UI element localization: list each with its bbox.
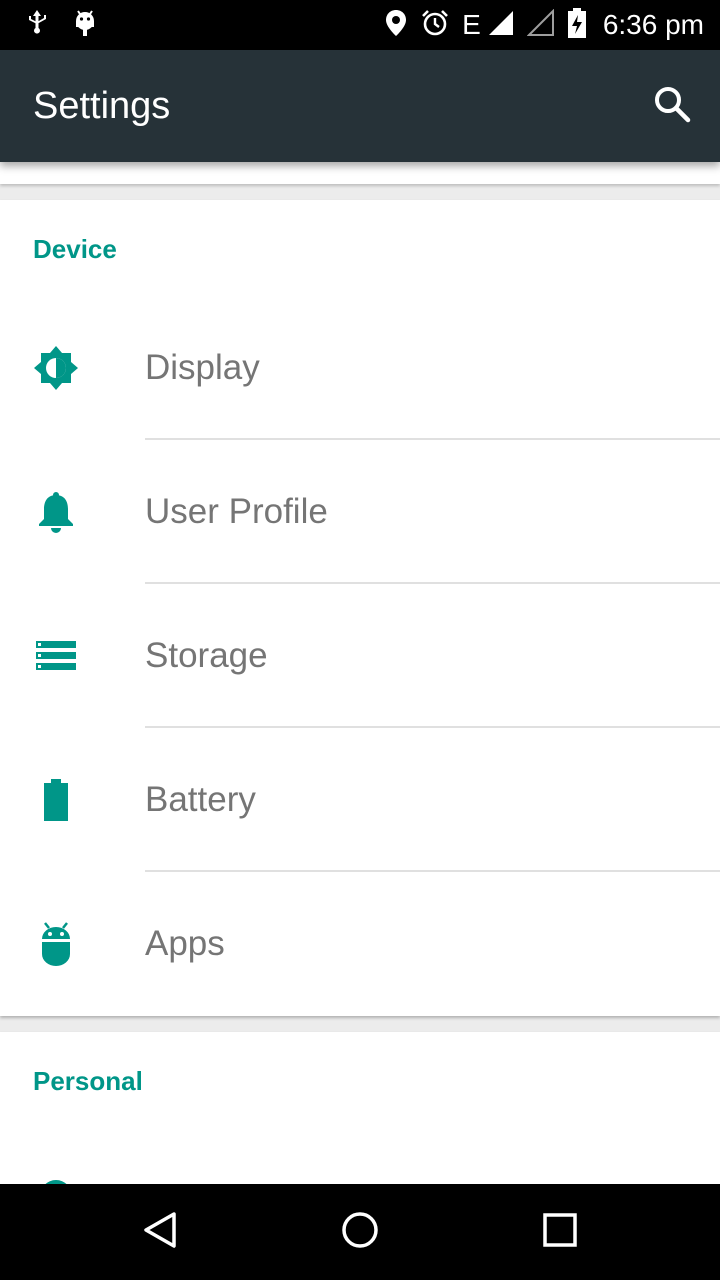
settings-item-label: Battery bbox=[145, 780, 256, 819]
battery-charging-icon bbox=[567, 7, 587, 44]
settings-item-user-profile[interactable]: User Profile bbox=[0, 440, 720, 584]
android-debug-icon bbox=[72, 8, 98, 43]
storage-icon bbox=[30, 632, 82, 680]
back-button[interactable] bbox=[130, 1202, 190, 1262]
recents-icon bbox=[540, 1210, 580, 1255]
settings-item-battery[interactable]: Battery bbox=[0, 728, 720, 872]
app-toolbar: Settings bbox=[0, 50, 720, 162]
settings-item-label: Display bbox=[145, 348, 260, 387]
battery-icon bbox=[30, 776, 82, 824]
page-title: Settings bbox=[33, 85, 171, 127]
brightness-icon bbox=[30, 344, 82, 392]
search-icon bbox=[652, 84, 692, 129]
home-button[interactable] bbox=[330, 1202, 390, 1262]
location-icon bbox=[384, 8, 408, 43]
signal-empty-icon bbox=[526, 8, 555, 42]
status-right-icons: E 6:36 pm bbox=[384, 0, 704, 50]
recents-button[interactable] bbox=[530, 1202, 590, 1262]
network-type: E bbox=[462, 9, 481, 40]
search-button[interactable] bbox=[646, 80, 698, 132]
settings-item-apps[interactable]: Apps bbox=[0, 872, 720, 1016]
status-time: 6:36 pm bbox=[602, 9, 704, 40]
settings-item-label: Storage bbox=[145, 636, 268, 675]
android-icon bbox=[30, 920, 82, 968]
top-card-edge bbox=[0, 162, 720, 184]
alarm-icon bbox=[420, 8, 450, 43]
back-icon bbox=[140, 1210, 180, 1255]
settings-item-label: Apps bbox=[145, 924, 225, 963]
settings-item-storage[interactable]: Storage bbox=[0, 584, 720, 728]
section-header-personal: Personal bbox=[33, 1066, 143, 1096]
device-section: Device Display User Profile Storage Batt… bbox=[0, 200, 720, 1016]
settings-item-label: User Profile bbox=[145, 492, 328, 531]
home-icon bbox=[340, 1210, 380, 1255]
bell-icon bbox=[30, 488, 82, 536]
section-header-device: Device bbox=[33, 234, 117, 264]
status-bar: E 6:36 pm bbox=[0, 0, 720, 50]
usb-icon bbox=[24, 8, 50, 43]
status-left-icons bbox=[24, 0, 98, 50]
navigation-bar bbox=[0, 1184, 720, 1280]
signal-icon bbox=[487, 9, 515, 42]
settings-item-display[interactable]: Display bbox=[0, 296, 720, 440]
